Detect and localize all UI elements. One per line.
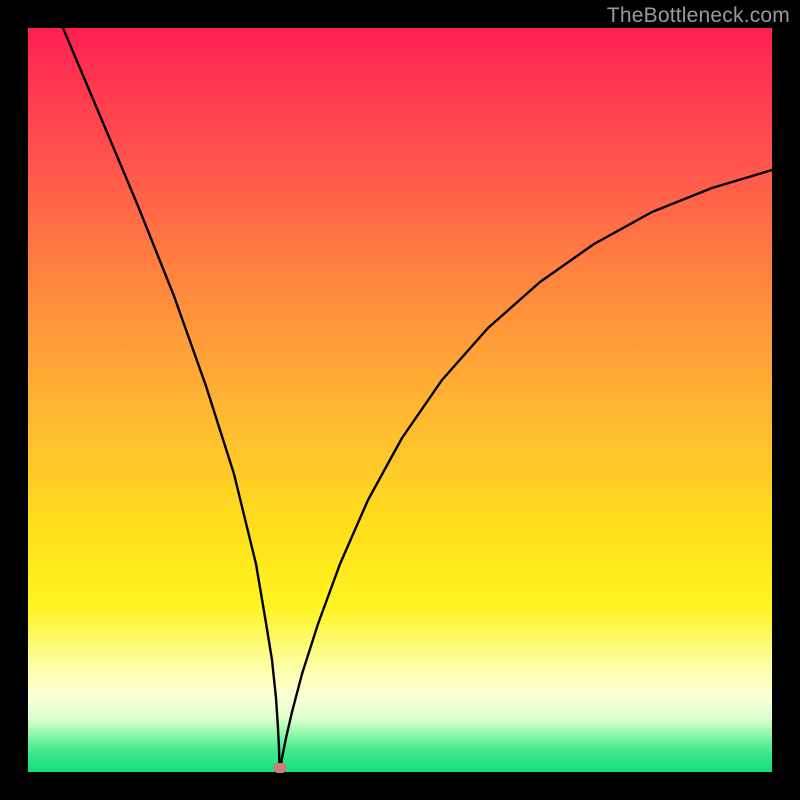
chart-plot-area xyxy=(28,28,772,772)
curve-right xyxy=(280,170,772,772)
curve-left xyxy=(63,28,280,772)
bottleneck-curve xyxy=(28,28,772,772)
chart-frame: TheBottleneck.com xyxy=(0,0,800,800)
watermark-text: TheBottleneck.com xyxy=(607,4,790,28)
optimal-point-marker xyxy=(274,763,287,773)
